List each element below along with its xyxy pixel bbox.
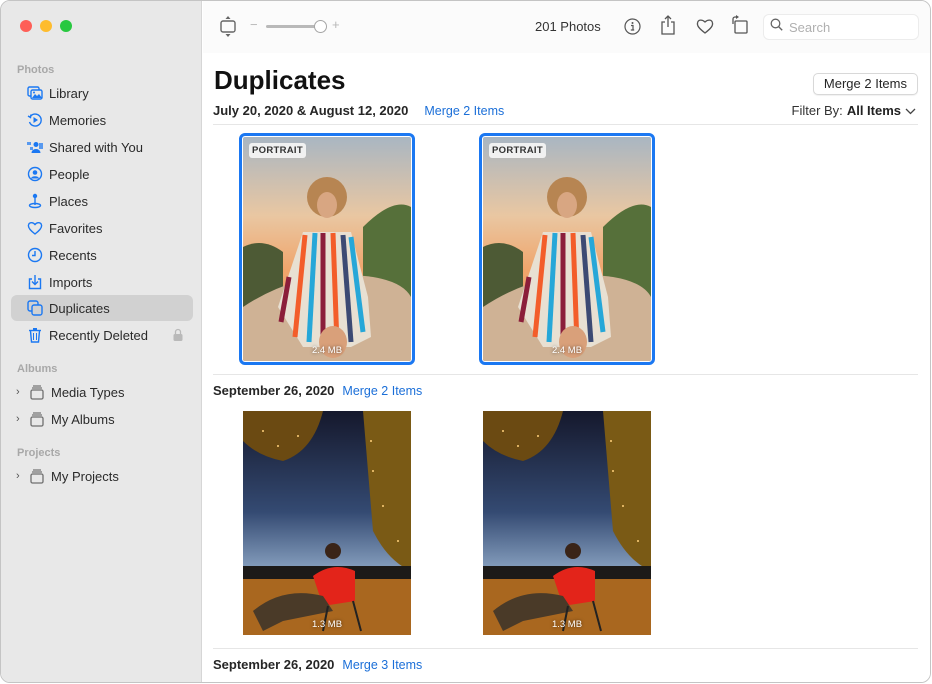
sidebar-item-recents[interactable]: Recents [11, 242, 193, 268]
zoom-slider-thumb[interactable] [314, 20, 327, 33]
search-field[interactable] [763, 14, 919, 40]
sidebar-item-imports[interactable]: Imports [11, 269, 193, 295]
duplicate-group-header: July 20, 2020 & August 12, 2020 Merge 2 … [213, 103, 504, 118]
merge-all-button[interactable]: Merge 2 Items [812, 73, 918, 95]
sidebar-item-label: My Projects [51, 468, 119, 484]
section-label-albums: Albums [17, 363, 58, 375]
chevron-right-icon[interactable]: › [16, 386, 26, 398]
info-button[interactable] [624, 18, 641, 40]
photo-thumbnail[interactable]: 1.3 MB [483, 411, 651, 635]
aspect-ratio-toggle-icon[interactable] [220, 16, 236, 43]
minimize-window-button[interactable] [40, 20, 52, 32]
group-date: July 20, 2020 & August 12, 2020 [213, 103, 409, 118]
chevron-right-icon[interactable]: › [16, 413, 26, 425]
file-size: 1.3 MB [311, 619, 343, 630]
chevron-right-icon[interactable]: › [16, 470, 26, 482]
sidebar-item-label: Recently Deleted [49, 327, 148, 343]
filter-dropdown[interactable]: Filter By: All Items [792, 103, 916, 118]
search-icon [770, 18, 783, 36]
file-size: 2.4 MB [311, 345, 343, 356]
shared-with-you-icon [27, 139, 43, 155]
favorite-button[interactable] [696, 18, 714, 39]
portrait-woman-image [483, 137, 651, 361]
duplicates-icon [27, 300, 43, 316]
duplicates-content: Duplicates Merge 2 Items Filter By: All … [203, 53, 930, 682]
zoom-in-label: + [332, 17, 340, 32]
sidebar-item-recently-deleted[interactable]: Recently Deleted [11, 322, 193, 348]
group-date: September 26, 2020 [213, 383, 335, 398]
photos-window: Photos Library Memories Shared with You … [0, 0, 931, 683]
group-merge-link[interactable]: Merge 2 Items [342, 384, 422, 398]
window-controls [20, 20, 72, 32]
portrait-badge: PORTRAIT [249, 143, 306, 158]
duplicate-group-header: September 26, 2020 Merge 2 Items [213, 383, 422, 398]
trash-icon [27, 327, 43, 343]
sidebar-item-shared-with-you[interactable]: Shared with You [11, 134, 193, 160]
close-window-button[interactable] [20, 20, 32, 32]
sidebar-item-label: Shared with You [49, 139, 143, 155]
places-icon [27, 193, 43, 209]
zoom-window-button[interactable] [60, 20, 72, 32]
zoom-out-label: − [250, 17, 258, 32]
sidebar-item-label: Imports [49, 274, 93, 290]
chevron-down-icon [905, 103, 916, 118]
sidebar-item-label: Media Types [51, 384, 125, 400]
clock-icon [27, 247, 43, 263]
filter-label: Filter By: [791, 103, 843, 118]
sidebar-item-my-albums[interactable]: › My Albums [11, 406, 193, 432]
memories-icon [27, 112, 43, 128]
sidebar-item-library[interactable]: Library [11, 80, 193, 106]
duplicate-group-header: September 26, 2020 Merge 3 Items [213, 657, 422, 672]
sidebar-item-label: Duplicates [49, 300, 110, 316]
sidebar-item-label: People [49, 166, 90, 182]
group-merge-link[interactable]: Merge 2 Items [424, 104, 504, 118]
section-label-projects: Projects [17, 447, 61, 459]
sidebar-item-label: Recents [49, 247, 97, 263]
photo-thumbnail[interactable]: PORTRAIT 2.4 MB [239, 133, 415, 365]
man-chair-night-image [243, 411, 411, 635]
folder-stack-icon [29, 384, 45, 400]
sidebar-item-places[interactable]: Places [11, 188, 193, 214]
portrait-badge: PORTRAIT [489, 143, 546, 158]
sidebar-item-label: My Albums [51, 411, 115, 427]
sidebar-item-media-types[interactable]: › Media Types [11, 379, 193, 405]
divider [213, 648, 918, 649]
heart-icon [27, 220, 43, 236]
rotate-button[interactable] [731, 15, 748, 40]
sidebar-item-label: Memories [49, 112, 107, 128]
man-chair-night-image [483, 411, 651, 635]
file-size: 2.4 MB [551, 345, 583, 356]
sidebar-item-label: Places [49, 193, 89, 209]
sidebar-item-memories[interactable]: Memories [11, 107, 193, 133]
search-input[interactable] [789, 19, 909, 35]
portrait-woman-image [243, 137, 411, 361]
sidebar-item-people[interactable]: People [11, 161, 193, 187]
photo-thumbnail[interactable]: PORTRAIT 2.4 MB [479, 133, 655, 365]
sidebar-item-favorites[interactable]: Favorites [11, 215, 193, 241]
folder-stack-icon [29, 468, 45, 484]
import-icon [27, 274, 43, 290]
sidebar: Photos Library Memories Shared with You … [1, 1, 202, 682]
sidebar-item-label: Favorites [49, 220, 103, 236]
section-label-photos: Photos [17, 64, 55, 76]
photo-thumbnail[interactable]: 1.3 MB [243, 411, 411, 635]
page-title: Duplicates [214, 65, 346, 95]
share-button[interactable] [660, 15, 676, 40]
divider [213, 124, 918, 125]
sidebar-item-my-projects[interactable]: › My Projects [11, 463, 193, 489]
lock-icon [173, 328, 183, 344]
filter-value: All Items [846, 103, 901, 118]
sidebar-item-duplicates[interactable]: Duplicates [11, 295, 193, 321]
folder-stack-icon [29, 411, 45, 427]
group-merge-link[interactable]: Merge 3 Items [342, 658, 422, 672]
toolbar: − + 201 Photos [203, 1, 930, 53]
sidebar-item-label: Library [49, 85, 89, 101]
group-date: September 26, 2020 [213, 657, 335, 672]
photo-count: 201 Photos [535, 19, 601, 34]
people-icon [27, 166, 43, 182]
library-icon [27, 85, 43, 101]
file-size: 1.3 MB [551, 619, 583, 630]
divider [213, 374, 918, 375]
